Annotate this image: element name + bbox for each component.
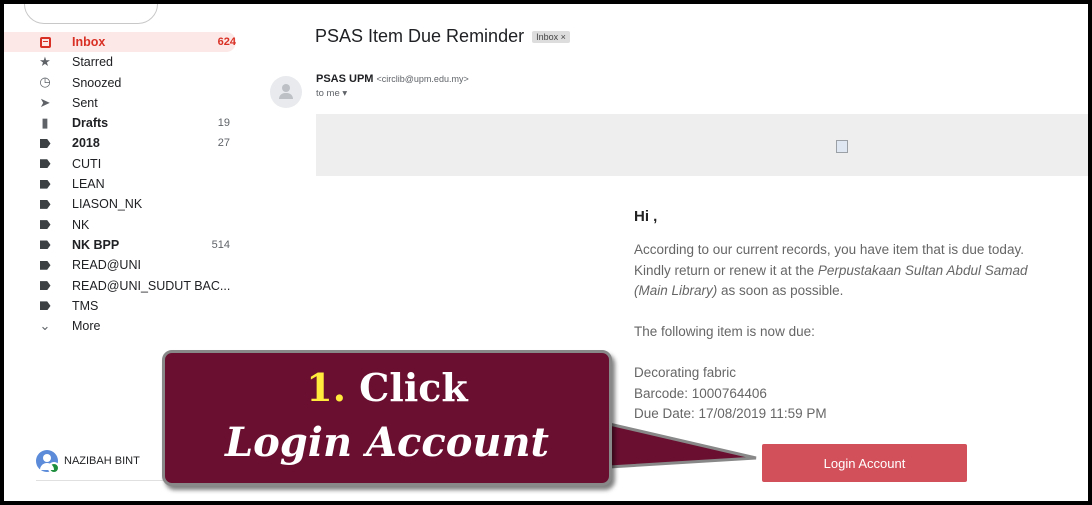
- sidebar-item-label: Inbox: [72, 35, 106, 49]
- online-status-icon: [48, 462, 60, 474]
- instruction-callout: 1. Click Login Account: [162, 350, 777, 486]
- star-icon: ★: [39, 54, 51, 70]
- sidebar-item-drafts[interactable]: ▮ Drafts 19: [4, 113, 254, 133]
- label-icon: [38, 296, 52, 316]
- body-text-run: Kindly return or renew it at the: [634, 262, 818, 278]
- label-icon: [38, 174, 52, 194]
- greeting: Hi ,: [634, 208, 658, 225]
- sidebar-item-cuti[interactable]: CUTI: [4, 154, 254, 174]
- sidebar-item-more[interactable]: ⌄ More: [4, 316, 254, 336]
- body-text-run: as soon as possible.: [717, 283, 844, 299]
- body-paragraph-2: The following item is now due:: [634, 324, 815, 339]
- sidebar-item-label: READ@UNI: [72, 258, 141, 273]
- sidebar-item-starred[interactable]: ★ Starred: [4, 52, 254, 72]
- sidebar-item-label: Drafts: [72, 116, 109, 131]
- sidebar-item-lean[interactable]: LEAN: [4, 174, 254, 194]
- body-paragraph-1: According to our current records, you ha…: [634, 240, 1027, 302]
- unread-count: 624: [217, 36, 236, 48]
- sidebar-item-snoozed[interactable]: ◷ Snoozed: [4, 73, 254, 93]
- sidebar-item-nk-bpp[interactable]: NK BPP 514: [4, 235, 254, 255]
- divider: [36, 480, 176, 481]
- sidebar-item-sent[interactable]: ➤ Sent: [4, 93, 254, 113]
- sidebar-item-label: Snoozed: [72, 75, 122, 90]
- sender-avatar: [270, 76, 302, 108]
- label-icon: [38, 276, 52, 296]
- callout-step-line: 1. Click: [165, 365, 609, 410]
- sidebar-item-liason-nk[interactable]: LIASON_NK: [4, 194, 254, 214]
- body-line: Kindly return or renew it at the Perpust…: [634, 261, 1027, 282]
- sidebar-item-inbox[interactable]: Inbox 624: [4, 32, 236, 53]
- send-icon: ➤: [39, 94, 51, 110]
- library-subname: (Main Library): [634, 283, 718, 299]
- sidebar-item-label: READ@UNI_SUDUT BAC...: [72, 278, 231, 293]
- callout-target-text: Login Account: [224, 419, 550, 466]
- sidebar-item-label: Starred: [72, 55, 113, 70]
- email-subject: PSAS Item Due Reminder Inbox ×: [315, 26, 570, 47]
- sidebar-item-read-uni[interactable]: READ@UNI: [4, 255, 254, 275]
- hangouts-user[interactable]: NAZIBAH BINT: [36, 450, 140, 474]
- chevron-down-icon: ⌄: [39, 318, 51, 334]
- label-icon: [38, 133, 52, 153]
- sidebar-item-label: Sent: [72, 95, 98, 110]
- sidebar-item-label: 2018: [72, 136, 100, 151]
- broken-image-icon: [836, 140, 848, 153]
- callout-box: 1. Click Login Account: [162, 350, 612, 486]
- subject-text: PSAS Item Due Reminder: [315, 26, 525, 46]
- sidebar-item-label: CUTI: [72, 156, 102, 171]
- sidebar-item-label: More: [72, 319, 101, 334]
- unread-count: 27: [217, 137, 230, 150]
- clock-icon: ◷: [39, 74, 51, 90]
- sidebar: Inbox 624 ★ Starred ◷ Snoozed ➤ Sent ▮ D…: [4, 32, 254, 336]
- label-icon: [38, 215, 52, 235]
- step-number: 1.: [306, 365, 346, 410]
- unread-count: 514: [211, 238, 230, 251]
- inbox-label-chip[interactable]: Inbox ×: [532, 31, 570, 44]
- label-icon: [38, 194, 52, 214]
- avatar: [36, 450, 60, 474]
- label-icon: [38, 235, 52, 255]
- recipient-dropdown[interactable]: to me ▾: [316, 88, 347, 99]
- compose-button[interactable]: [24, 4, 158, 24]
- body-line: (Main Library) as soon as possible.: [634, 281, 1027, 302]
- gmail-window: Inbox 624 ★ Starred ◷ Snoozed ➤ Sent ▮ D…: [4, 4, 1088, 501]
- sender-line: PSAS UPM <circlib@upm.edu.my>: [316, 73, 469, 85]
- sidebar-item-nk[interactable]: NK: [4, 215, 254, 235]
- label-icon: [38, 255, 52, 275]
- library-name: Perpustakaan Sultan Abdul Samad: [817, 262, 1028, 278]
- login-account-button[interactable]: Login Account: [762, 444, 967, 482]
- email-header-banner: [316, 114, 1088, 176]
- label-icon: [38, 154, 52, 174]
- sidebar-item-label: LIASON_NK: [72, 197, 143, 212]
- sender-name: PSAS UPM: [316, 73, 374, 85]
- sidebar-item-2018[interactable]: 2018 27: [4, 133, 254, 153]
- sidebar-item-label: NK: [72, 217, 90, 232]
- draft-icon: ▮: [41, 115, 49, 131]
- step-action: Click: [345, 365, 468, 410]
- sidebar-item-tms[interactable]: TMS: [4, 296, 254, 316]
- sidebar-item-label: LEAN: [72, 177, 105, 192]
- body-line: According to our current records, you ha…: [634, 242, 1024, 257]
- user-name: NAZIBAH BINT: [64, 455, 140, 467]
- sidebar-item-label: TMS: [72, 298, 99, 313]
- sender-email: <circlib@upm.edu.my>: [376, 74, 469, 84]
- sidebar-item-label: NK BPP: [72, 237, 120, 252]
- sidebar-item-read-uni-sudut[interactable]: READ@UNI_SUDUT BAC...: [4, 276, 254, 296]
- inbox-icon: [38, 32, 52, 52]
- draft-count: 19: [217, 117, 230, 130]
